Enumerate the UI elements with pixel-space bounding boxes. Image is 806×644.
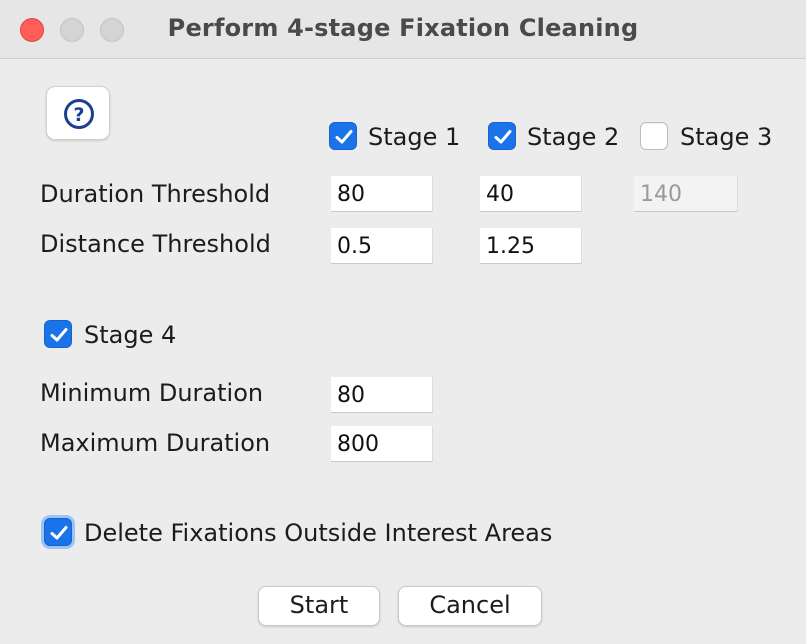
stage-1-label[interactable]: Stage 1 [368,123,460,151]
svg-text:?: ? [73,104,84,126]
checkmark-icon [50,328,68,342]
question-circle-icon: ? [64,99,94,129]
checkmark-icon [50,526,68,540]
stage-3-checkbox[interactable] [640,122,668,150]
stage-1-distance-field[interactable]: 0.5 [331,228,433,264]
minimum-duration-field[interactable]: 80 [331,377,433,413]
stage-1-checkbox[interactable] [329,122,357,150]
help-button[interactable]: ? [46,86,110,140]
maximum-duration-label: Maximum Duration [40,429,271,457]
title-bar: Perform 4-stage Fixation Cleaning [0,0,806,59]
checkmark-icon [335,130,353,144]
stage-4-label[interactable]: Stage 4 [84,321,176,349]
stage-2-distance-field[interactable]: 1.25 [480,228,582,264]
duration-threshold-label: Duration Threshold [40,180,271,208]
stage-4-checkbox[interactable] [44,320,72,348]
start-button[interactable]: Start [258,586,380,626]
delete-outside-ia-checkbox[interactable] [44,518,72,546]
stage-3-label[interactable]: Stage 3 [680,123,772,151]
maximum-duration-field[interactable]: 800 [331,426,433,462]
delete-outside-ia-label[interactable]: Delete Fixations Outside Interest Areas [84,519,552,547]
stage-2-label[interactable]: Stage 2 [527,123,619,151]
stage-3-duration-field[interactable]: 140 [634,176,738,212]
stage-2-checkbox[interactable] [488,122,516,150]
stage-1-duration-field[interactable]: 80 [331,176,433,212]
checkmark-icon [494,130,512,144]
cancel-button[interactable]: Cancel [398,586,542,626]
minimum-duration-label: Minimum Duration [40,379,264,407]
distance-threshold-label: Distance Threshold [40,230,271,258]
window-title: Perform 4-stage Fixation Cleaning [167,14,639,42]
stage-2-duration-field[interactable]: 40 [480,176,582,212]
